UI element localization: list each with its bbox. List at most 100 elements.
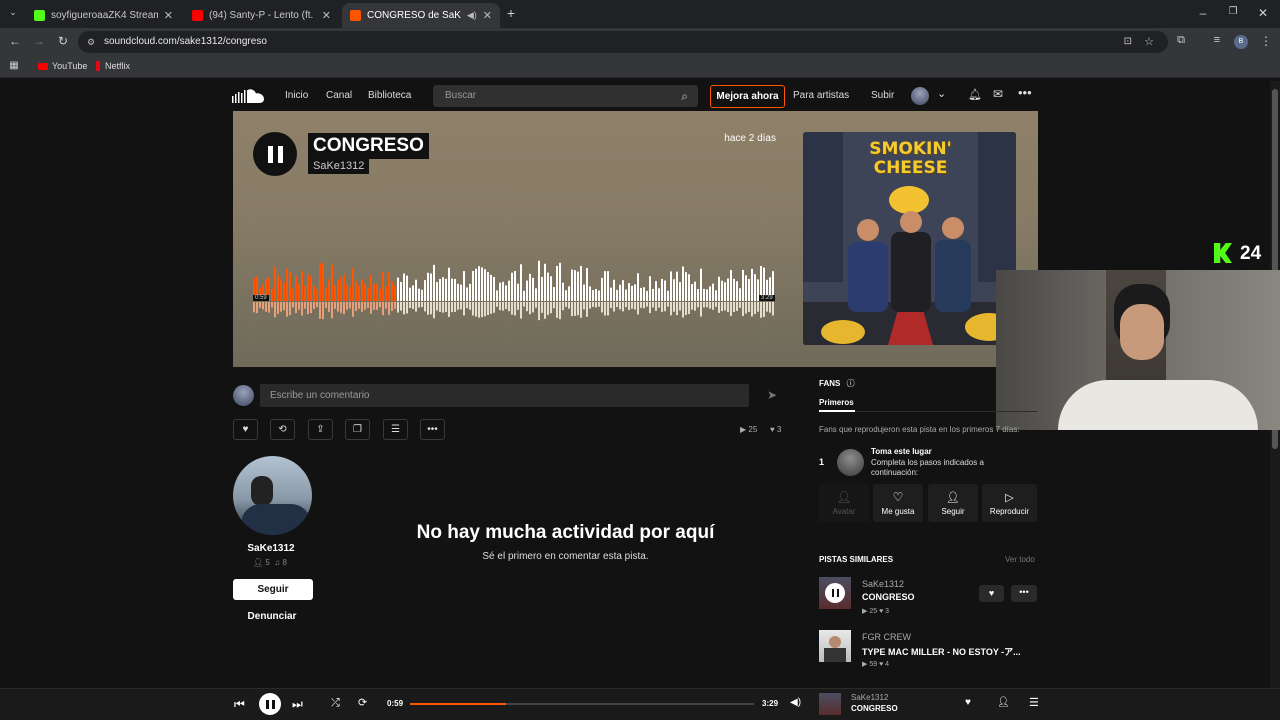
tab-youtube[interactable]: (94) Santy-P - Lento (ft. More N ✕ bbox=[184, 3, 339, 28]
step-play[interactable]: ▷ Reproducir bbox=[982, 484, 1037, 522]
add-to-queue-button[interactable]: ☰ bbox=[383, 419, 408, 440]
bookmark-star-icon[interactable]: ☆ bbox=[1144, 31, 1154, 53]
comment-input[interactable]: Escribe un comentario bbox=[260, 384, 749, 407]
waveform-bar bbox=[745, 275, 747, 301]
upload-link[interactable]: Subir bbox=[871, 90, 894, 101]
back-icon[interactable]: ← bbox=[8, 34, 22, 48]
progress-track[interactable] bbox=[410, 703, 754, 705]
close-tab-icon[interactable]: ✕ bbox=[322, 9, 331, 22]
waveform-reflection bbox=[499, 302, 501, 311]
extensions-icon[interactable]: ⧉ bbox=[1174, 34, 1188, 47]
search-icon[interactable]: ⌕ bbox=[681, 85, 688, 107]
bookmark-youtube[interactable]: YouTube bbox=[38, 61, 87, 71]
menu-kebab-icon[interactable]: ⋮ bbox=[1260, 34, 1272, 48]
player-artist[interactable]: SaKe1312 bbox=[851, 693, 888, 702]
profile-avatar[interactable]: B bbox=[1234, 35, 1248, 49]
maximize-icon[interactable]: ❐ bbox=[1226, 6, 1240, 17]
shuffle-icon[interactable]: ⤮ bbox=[331, 697, 340, 710]
waveform-bar bbox=[715, 290, 717, 301]
similar-artist[interactable]: SaKe1312 bbox=[862, 579, 904, 589]
similar-stats: ▶ 59 ♥ 4 bbox=[862, 661, 890, 668]
site-info-icon[interactable]: ⚙ bbox=[87, 31, 95, 53]
step-follow[interactable]: 👤︎ Seguir bbox=[928, 484, 978, 522]
waveform-bar bbox=[499, 282, 501, 301]
chevron-down-icon[interactable]: ⌄ bbox=[937, 87, 946, 100]
bell-icon[interactable]: 🔔︎ bbox=[968, 88, 982, 101]
mail-icon[interactable]: ✉ bbox=[993, 87, 1003, 101]
uploader-name[interactable]: SaKe1312 bbox=[233, 543, 309, 554]
new-tab-icon[interactable]: + bbox=[504, 5, 518, 21]
nav-library[interactable]: Biblioteca bbox=[368, 90, 411, 101]
waveform-reflection bbox=[691, 302, 693, 310]
waveform-bar bbox=[670, 271, 672, 301]
waveform-bar bbox=[490, 274, 492, 301]
like-button[interactable]: ♥ bbox=[979, 585, 1004, 602]
waveform-reflection bbox=[694, 302, 696, 311]
waveform-bar bbox=[349, 286, 351, 301]
next-icon[interactable]: ⏭︎ bbox=[292, 697, 303, 712]
like-icon[interactable]: ♥ bbox=[965, 697, 971, 708]
follow-user-icon[interactable]: 👤︎ bbox=[997, 697, 1010, 708]
player-title[interactable]: CONGRESO bbox=[851, 704, 898, 713]
user-avatar[interactable] bbox=[911, 87, 929, 105]
minimize-icon[interactable]: – bbox=[1196, 6, 1210, 20]
waveform-reflection bbox=[466, 302, 468, 309]
search-input[interactable]: Buscar ⌕ bbox=[433, 85, 698, 107]
waveform-reflection bbox=[301, 302, 303, 316]
similar-title[interactable]: TYPE MAC MILLER - NO ESTOY -ア... bbox=[862, 645, 1037, 658]
media-control-icon[interactable]: ≡ bbox=[1210, 34, 1224, 46]
waveform-bar bbox=[628, 283, 630, 301]
previous-icon[interactable]: ⏮︎ bbox=[234, 697, 245, 712]
volume-icon[interactable]: ◀) bbox=[790, 697, 801, 708]
tab-search-icon[interactable]: ⌄ bbox=[6, 7, 20, 18]
nav-feed[interactable]: Canal bbox=[326, 90, 352, 101]
bookmark-netflix[interactable]: Netflix bbox=[96, 61, 130, 71]
follow-button[interactable]: Seguir bbox=[233, 579, 313, 600]
repost-button[interactable]: ⟲ bbox=[270, 419, 295, 440]
uploader-avatar[interactable] bbox=[233, 456, 312, 535]
soundcloud-logo-icon[interactable] bbox=[232, 88, 265, 104]
for-artists-link[interactable]: Para artistas bbox=[793, 90, 849, 101]
waveform-bar bbox=[721, 280, 723, 301]
similar-track-2[interactable]: FGR CREW TYPE MAC MILLER - NO ESTOY -ア..… bbox=[819, 630, 1037, 670]
report-link[interactable]: Denunciar bbox=[233, 611, 311, 622]
waveform[interactable] bbox=[253, 256, 776, 326]
reload-icon[interactable]: ↻ bbox=[56, 34, 70, 48]
share-button[interactable]: ⇪ bbox=[308, 419, 333, 440]
nav-home[interactable]: Inicio bbox=[285, 90, 308, 101]
like-button[interactable]: ♥ bbox=[233, 419, 258, 440]
info-icon[interactable]: ⓘ bbox=[847, 379, 855, 388]
fans-description: Fans que reprodujeron esta pista en los … bbox=[819, 425, 1020, 434]
queue-icon[interactable]: ☰ bbox=[1029, 696, 1039, 709]
apps-grid-icon[interactable]: ▦ bbox=[8, 60, 20, 71]
pause-button[interactable] bbox=[253, 132, 297, 176]
similar-title[interactable]: CONGRESO bbox=[862, 592, 915, 602]
pause-icon[interactable] bbox=[825, 583, 845, 603]
repeat-icon[interactable]: ⟳ bbox=[358, 696, 367, 709]
close-tab-icon[interactable]: ✕ bbox=[164, 9, 173, 22]
address-bar[interactable]: ⚙ soundcloud.com/sake1312/congreso ⊡ ☆ bbox=[78, 31, 1168, 53]
close-tab-icon[interactable]: ✕ bbox=[483, 9, 492, 22]
similar-track-1[interactable]: SaKe1312 CONGRESO ▶ 25 ♥ 3 ♥ ••• bbox=[819, 577, 1037, 617]
see-all-link[interactable]: Ver todo bbox=[1005, 555, 1035, 564]
track-artist[interactable]: SaKe1312 bbox=[308, 158, 370, 174]
pause-button[interactable] bbox=[259, 693, 281, 715]
send-comment-icon[interactable]: ➤ bbox=[758, 384, 786, 407]
close-window-icon[interactable]: ✕ bbox=[1256, 6, 1270, 20]
copy-link-button[interactable]: ❐ bbox=[345, 419, 370, 440]
tab-soundcloud[interactable]: CONGRESO de SaKe1312 ◀) ✕ bbox=[342, 3, 500, 28]
speaker-icon[interactable]: ◀) bbox=[467, 10, 477, 21]
player-cover[interactable] bbox=[819, 693, 841, 715]
more-button[interactable]: ••• bbox=[420, 419, 445, 440]
forward-icon[interactable]: → bbox=[32, 34, 46, 48]
more-button[interactable]: ••• bbox=[1011, 585, 1037, 602]
waveform-reflection bbox=[538, 302, 540, 321]
waveform-bar bbox=[475, 268, 477, 301]
install-app-icon[interactable]: ⊡ bbox=[1124, 31, 1132, 53]
more-icon[interactable]: ••• bbox=[1018, 85, 1032, 100]
tab-first[interactable]: Primeros bbox=[819, 398, 854, 407]
similar-artist[interactable]: FGR CREW bbox=[862, 632, 911, 642]
upgrade-button[interactable]: Mejora ahora bbox=[710, 85, 785, 108]
step-like[interactable]: ♡ Me gusta bbox=[873, 484, 923, 522]
tab-stream[interactable]: soyfigueroaaZK4 Stream - Watc ✕ bbox=[26, 3, 181, 28]
